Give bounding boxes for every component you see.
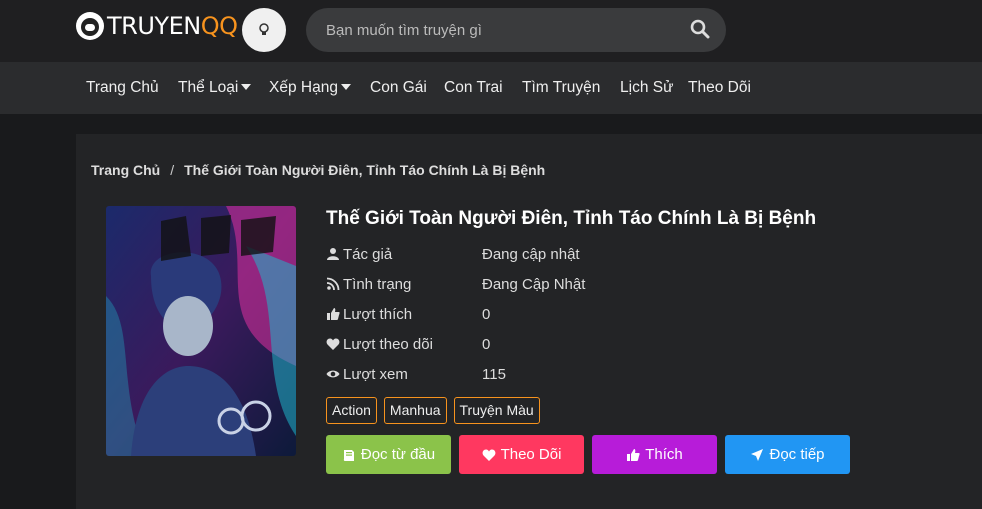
breadcrumb-home[interactable]: Trang Chủ bbox=[91, 162, 160, 178]
nav-history[interactable]: Lịch Sử bbox=[620, 62, 673, 114]
send-arrow-icon bbox=[751, 448, 764, 461]
breadcrumb-separator: / bbox=[170, 162, 175, 178]
nav-boys[interactable]: Con Trai bbox=[444, 62, 503, 114]
genre-tags: Action Manhua Truyện Màu bbox=[326, 397, 540, 424]
tag-color-comic[interactable]: Truyện Màu bbox=[453, 397, 540, 424]
info-status: Tình trạng Đang Cập Nhật bbox=[326, 276, 585, 298]
comic-detail-panel: Trang Chủ / Thế Giới Toàn Người Điên, Tỉnh… bbox=[76, 134, 982, 509]
views-value: 115 bbox=[482, 366, 506, 383]
info-author: Tác giả Đang cập nhật bbox=[326, 246, 580, 268]
main-nav: Trang Chủ Thể Loại Xếp Hạng Con Gái Con … bbox=[0, 62, 982, 114]
caret-down-icon bbox=[241, 84, 252, 90]
penguin-logo-icon bbox=[76, 12, 104, 40]
info-likes: Lượt thích 0 bbox=[326, 306, 490, 328]
rss-icon bbox=[326, 277, 340, 291]
heart-icon bbox=[326, 338, 340, 350]
thumbs-up-icon bbox=[627, 448, 640, 461]
nav-genres[interactable]: Thể Loại bbox=[178, 62, 252, 114]
nav-girls[interactable]: Con Gái bbox=[370, 62, 427, 114]
continue-reading-button[interactable]: Đọc tiếp bbox=[725, 435, 850, 474]
action-buttons: Đọc từ đầu Theo Dõi Thích Đọc tiếp bbox=[326, 435, 850, 474]
info-views: Lượt xem 115 bbox=[326, 366, 506, 388]
search-bar bbox=[306, 8, 726, 52]
followers-value: 0 bbox=[482, 336, 491, 353]
comic-title: Thế Giới Toàn Người Điên, Tỉnh Táo Chính… bbox=[326, 208, 817, 229]
breadcrumb: Trang Chủ / Thế Giới Toàn Người Điên, Tỉnh… bbox=[91, 162, 545, 178]
status-value: Đang Cập Nhật bbox=[482, 276, 586, 293]
thumbs-up-icon bbox=[327, 308, 340, 320]
search-input[interactable] bbox=[326, 8, 676, 52]
nav-home[interactable]: Trang Chủ bbox=[86, 62, 159, 114]
likes-value: 0 bbox=[482, 306, 491, 323]
tag-action[interactable]: Action bbox=[326, 397, 377, 424]
read-from-start-button[interactable]: Đọc từ đầu bbox=[326, 435, 451, 474]
search-icon[interactable] bbox=[690, 19, 710, 39]
eye-icon bbox=[326, 370, 340, 378]
site-logo[interactable]: TRUYENQQ bbox=[76, 10, 238, 42]
breadcrumb-current[interactable]: Thế Giới Toàn Người Điên, Tỉnh Táo Chính… bbox=[184, 162, 545, 178]
comic-cover-image bbox=[106, 206, 296, 456]
logo-text: TRUYENQQ bbox=[107, 12, 238, 40]
info-followers: Lượt theo dõi 0 bbox=[326, 336, 490, 358]
caret-down-icon bbox=[340, 84, 351, 90]
like-button[interactable]: Thích bbox=[592, 435, 717, 474]
follow-button[interactable]: Theo Dõi bbox=[459, 435, 584, 474]
user-icon bbox=[327, 248, 339, 260]
lightbulb-icon bbox=[259, 23, 269, 35]
nav-ranking[interactable]: Xếp Hạng bbox=[269, 62, 351, 114]
site-header: TRUYENQQ bbox=[0, 0, 982, 62]
book-icon bbox=[343, 449, 354, 461]
nav-following[interactable]: Theo Dõi bbox=[688, 62, 751, 114]
heart-icon bbox=[482, 449, 495, 461]
author-value: Đang cập nhật bbox=[482, 246, 580, 263]
nav-search-comics[interactable]: Tìm Truyện bbox=[522, 62, 600, 114]
tag-manhua[interactable]: Manhua bbox=[383, 397, 447, 424]
theme-toggle-button[interactable] bbox=[242, 8, 286, 52]
